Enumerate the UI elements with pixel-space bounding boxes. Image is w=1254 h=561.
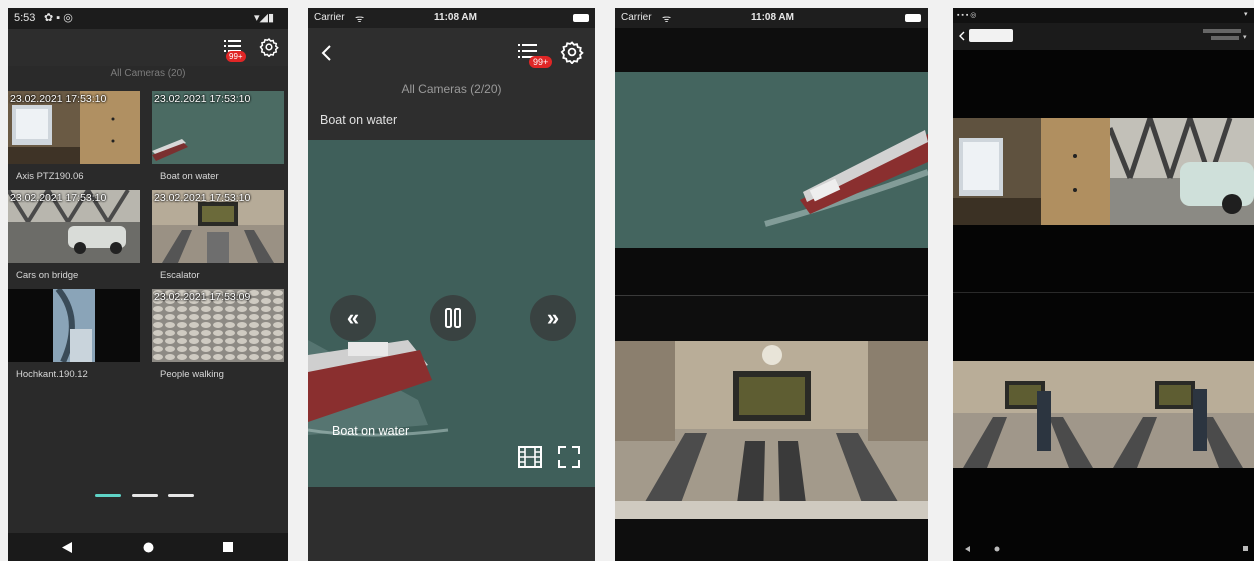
status-bar: 5:53 ✿ ▪ ◎ ▾◢▮ [8, 8, 288, 29]
forward-icon[interactable]: » [530, 295, 576, 341]
app-bar: 99+ [8, 29, 288, 66]
back-triangle-icon[interactable] [62, 542, 72, 553]
status-bar: Carrier ᯤ 11:08 AM [615, 8, 928, 28]
camera-tile-cars[interactable]: 23.02.2021 17:53:10 Cars on bridge [8, 190, 140, 288]
back-chevron-icon[interactable] [959, 31, 965, 41]
video-view-escalator[interactable] [615, 341, 928, 519]
status-text-block [1203, 29, 1241, 33]
status-time: 11:08 AM [751, 12, 794, 23]
camera-selector-button[interactable] [969, 29, 1013, 42]
fullscreen-icon[interactable] [558, 446, 580, 468]
camera-name: Hochkant.190.12 [16, 369, 88, 380]
battery-icon [573, 14, 589, 22]
notification-badge: 99+ [226, 51, 246, 62]
status-time: 5:53 [14, 12, 36, 24]
rewind-icon[interactable]: « [330, 295, 376, 341]
camera-thumbnail: 23.02.2021 17:53:10 [152, 91, 284, 164]
film-icon[interactable] [518, 446, 542, 468]
status-bar: Carrier ᯤ 11:08 AM [308, 8, 595, 28]
camera-name: Escalator [160, 270, 200, 281]
camera-grid-screen: 5:53 ✿ ▪ ◎ ▾◢▮ 99+ All Cameras (20) 23.0… [8, 8, 288, 561]
divider [953, 292, 1254, 293]
camera-count-header: All Cameras (20) [110, 68, 186, 79]
pause-icon[interactable] [430, 295, 476, 341]
back-chevron-icon[interactable] [320, 44, 332, 62]
camera-tile-escalator[interactable] [953, 361, 1103, 468]
camera-tile-axis[interactable]: 23.02.2021 17:53:10 Axis PTZ190.06 [8, 91, 140, 189]
camera-tile-hochkant[interactable]: Hochkant.190.12 [8, 289, 140, 387]
back-triangle-icon[interactable] [965, 546, 970, 552]
recents-square-icon[interactable] [1243, 546, 1248, 551]
camera-tile-people[interactable]: 23.02.2021 17:53:09 People walking [152, 289, 284, 387]
status-icons: ▪ ▪ ▪ ◎ [957, 12, 977, 19]
wifi-icon: ᯤ [355, 14, 365, 25]
camera-thumbnail: 23.02.2021 17:53:10 [152, 190, 284, 263]
gear-icon[interactable] [259, 37, 279, 57]
battery-icon [905, 14, 921, 22]
home-circle-icon[interactable] [143, 542, 154, 553]
video-overlay-label: Boat on water [332, 424, 410, 438]
camera-tile-escalator[interactable]: 23.02.2021 17:53:10 Escalator [152, 190, 284, 288]
page-indicator[interactable] [168, 494, 194, 497]
home-circle-icon[interactable] [994, 546, 1000, 552]
camera-name: Cars on bridge [16, 270, 79, 281]
camera-name: People walking [160, 369, 224, 380]
timestamp: 23.02.2021 17:53:09 [154, 291, 251, 303]
status-time: 11:08 AM [434, 12, 477, 23]
video-view-boat[interactable] [615, 72, 928, 248]
dual-camera-screen: Carrier ᯤ 11:08 AM [615, 8, 928, 561]
timestamp: 23.02.2021 17:53:10 [154, 93, 251, 105]
android-nav-bar [8, 533, 288, 561]
camera-thumbnail: 23.02.2021 17:53:09 [152, 289, 284, 362]
camera-tile-escalator-2[interactable] [1103, 361, 1254, 468]
signal-icon: ▾ [1244, 11, 1248, 18]
divider [615, 295, 928, 296]
timestamp: 23.02.2021 17:53:10 [10, 93, 107, 105]
android-nav-bar [953, 538, 1254, 561]
page-indicator[interactable] [132, 494, 158, 497]
timestamp: 23.02.2021 17:53:10 [154, 192, 251, 204]
notification-badge: 99+ [529, 56, 553, 68]
video-view[interactable]: « » Boat on water [308, 140, 595, 487]
camera-thumbnail: 23.02.2021 17:53:10 [8, 190, 140, 263]
wifi-icon: ᯤ [662, 14, 672, 25]
carrier-label: Carrier [314, 12, 345, 23]
camera-name: Axis PTZ190.06 [16, 171, 84, 182]
status-bar: ▪ ▪ ▪ ◎ ▾ [953, 8, 1254, 23]
camera-tile-cars[interactable] [1110, 118, 1254, 225]
dropdown-arrow-icon[interactable]: ▾ [1243, 33, 1247, 41]
timestamp: 23.02.2021 17:53:10 [10, 192, 107, 204]
settings-status-icon: ✿ ▪ ◎ [44, 12, 73, 24]
camera-thumbnail [8, 289, 140, 362]
camera-thumbnail: 23.02.2021 17:53:10 [8, 91, 140, 164]
camera-name: Boat on water [320, 113, 398, 127]
signal-battery-icon: ▾◢▮ [254, 12, 275, 24]
camera-count-header: All Cameras (2/20) [401, 82, 502, 96]
camera-tile-axis[interactable] [953, 118, 1110, 225]
video-letterbox [615, 248, 928, 295]
tablet-grid-screen: ▪ ▪ ▪ ◎ ▾ ▾ [953, 8, 1254, 561]
camera-name: Boat on water [160, 171, 219, 182]
carrier-label: Carrier [621, 12, 652, 23]
app-bar: ▾ [953, 23, 1254, 50]
recents-square-icon[interactable] [223, 542, 233, 552]
status-text-block [1211, 36, 1239, 40]
page-indicator-active[interactable] [95, 494, 121, 497]
single-camera-screen: Carrier ᯤ 11:08 AM 99+ All Cameras (2/20… [308, 8, 595, 561]
gear-icon[interactable] [560, 40, 584, 64]
camera-tile-boat[interactable]: 23.02.2021 17:53:10 Boat on water [152, 91, 284, 189]
